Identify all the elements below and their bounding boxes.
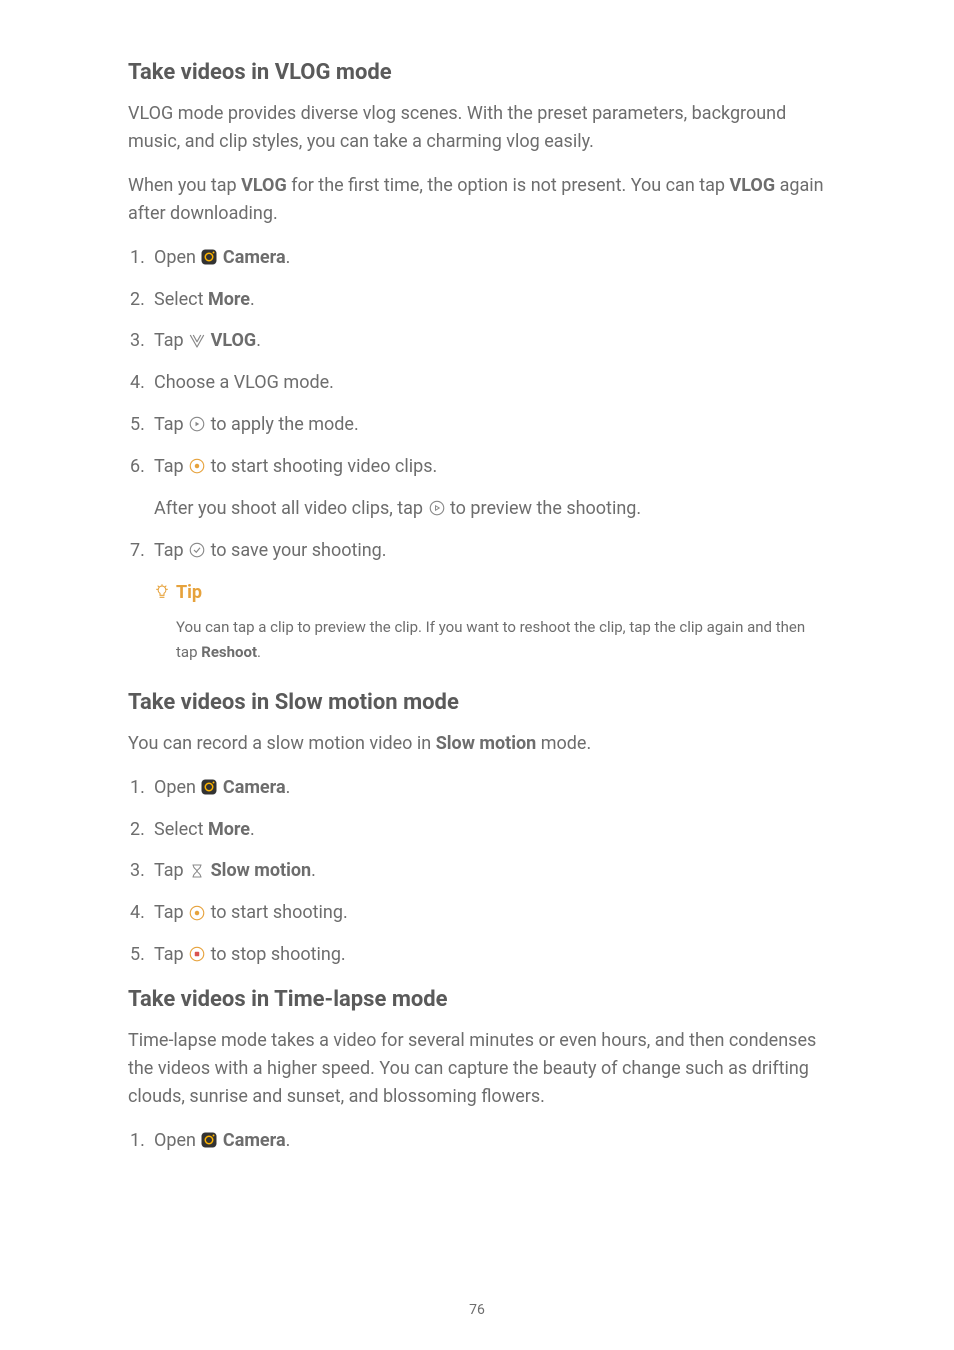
- text: Time-lapse mode takes a video for severa…: [128, 1030, 759, 1051]
- reshoot-label: Reshoot: [201, 643, 257, 661]
- list-item: Choose a VLOG mode.: [128, 369, 826, 397]
- section-timelapse: Take videos in Time-lapse mode Time-laps…: [128, 983, 826, 1155]
- text: .: [250, 289, 255, 310]
- text: VLOG mode provides diverse vlog scenes. …: [128, 103, 730, 124]
- text: .: [311, 860, 316, 881]
- text: Camera: [223, 247, 286, 268]
- substep: After you shoot all video clips, tap to …: [154, 495, 826, 523]
- text: Select: [154, 819, 208, 840]
- heading-timelapse: Take videos in Time-lapse mode: [128, 983, 826, 1017]
- list-item: Tap VLOG.: [128, 327, 826, 355]
- vlog-label: VLOG: [729, 175, 775, 196]
- list-item: Open Camera.: [128, 244, 826, 272]
- text: Select: [154, 289, 208, 310]
- text: to preview the shooting.: [446, 498, 642, 519]
- slowmo-label: Slow motion: [436, 733, 537, 754]
- vlog-steps: Open Camera. Select More. Tap VLOG. Choo…: [128, 244, 826, 565]
- tip-heading: Tip: [154, 579, 826, 607]
- vlog-icon: [188, 332, 206, 350]
- text: When you tap: [128, 175, 241, 196]
- text: Choose a VLOG mode.: [154, 372, 334, 393]
- text: .: [250, 819, 255, 840]
- heading-vlog: Take videos in VLOG mode: [128, 56, 826, 90]
- text: VLOG: [211, 330, 257, 351]
- text: Tap: [154, 540, 188, 561]
- list-item: Open Camera.: [128, 1127, 826, 1155]
- text: Tap: [154, 414, 188, 435]
- camera-app-icon: [200, 248, 218, 266]
- text: Tap: [154, 330, 188, 351]
- list-item: Tap to save your shooting.: [128, 537, 826, 565]
- text: Camera: [223, 777, 286, 798]
- slowmo-label: Slow motion: [211, 860, 312, 881]
- text: Tap: [154, 944, 188, 965]
- heading-slowmo: Take videos in Slow motion mode: [128, 686, 826, 720]
- section-slowmo: Take videos in Slow motion mode You can …: [128, 686, 826, 969]
- list-item: Tap to apply the mode.: [128, 411, 826, 439]
- text: mode.: [536, 733, 591, 754]
- stop-icon: [188, 945, 206, 963]
- section-vlog: Take videos in VLOG mode VLOG mode provi…: [128, 56, 826, 666]
- text: to apply the mode.: [206, 414, 359, 435]
- list-item: Select More.: [128, 286, 826, 314]
- check-circle-icon: [188, 541, 206, 559]
- camera-app-icon: [200, 1131, 218, 1149]
- text: .: [257, 643, 261, 661]
- vlog-label: VLOG: [241, 175, 287, 196]
- camera-label: Camera: [223, 247, 286, 268]
- tip-body: You can tap a clip to preview the clip. …: [176, 615, 826, 666]
- record-icon: [188, 904, 206, 922]
- timelapse-steps: Open Camera.: [128, 1127, 826, 1155]
- list-item: Tap to start shooting video clips. After…: [128, 453, 826, 523]
- text: Tap: [154, 902, 188, 923]
- tip-label: Tip: [176, 579, 202, 607]
- tip-block: Tip You can tap a clip to preview the cl…: [154, 579, 826, 666]
- page-number: 76: [0, 1300, 954, 1322]
- text: After you shoot all video clips, tap: [154, 498, 428, 519]
- text: You can tap a clip to preview the clip. …: [176, 618, 805, 662]
- list-item: Tap to start shooting.: [128, 899, 826, 927]
- text: Open: [154, 777, 200, 798]
- text: to start shooting.: [206, 902, 348, 923]
- text: Slow motion: [211, 860, 312, 881]
- timelapse-desc: Time-lapse mode takes a video for severa…: [128, 1027, 826, 1111]
- vlog-label: VLOG: [211, 330, 257, 351]
- text: Camera: [223, 1130, 286, 1151]
- text: You can record a slow motion video in: [128, 733, 436, 754]
- preview-circle-icon: [428, 499, 446, 517]
- camera-label: Camera: [223, 1130, 286, 1151]
- more-label: More: [208, 289, 250, 310]
- text: .: [286, 1130, 291, 1151]
- hourglass-icon: [188, 862, 206, 880]
- text: to start shooting video clips.: [206, 456, 437, 477]
- play-circle-icon: [188, 415, 206, 433]
- record-icon: [188, 457, 206, 475]
- slowmo-steps: Open Camera. Select More. Tap Slow motio…: [128, 774, 826, 969]
- text: for the first time, the option is not pr…: [287, 175, 730, 196]
- list-item: Select More.: [128, 816, 826, 844]
- text: Open: [154, 247, 200, 268]
- vlog-desc-2: When you tap VLOG for the first time, th…: [128, 172, 826, 228]
- more-label: More: [208, 819, 250, 840]
- text: .: [286, 777, 291, 798]
- text: Tap: [154, 456, 188, 477]
- list-item: Tap to stop shooting.: [128, 941, 826, 969]
- lightbulb-icon: [154, 584, 170, 600]
- list-item: Tap Slow motion.: [128, 857, 826, 885]
- text: Open: [154, 1130, 200, 1151]
- text: to stop shooting.: [206, 944, 346, 965]
- text: .: [256, 330, 261, 351]
- vlog-desc-1: VLOG mode provides diverse vlog scenes. …: [128, 100, 826, 156]
- list-item: Open Camera.: [128, 774, 826, 802]
- camera-app-icon: [200, 778, 218, 796]
- text: to save your shooting.: [206, 540, 386, 561]
- text: .: [286, 247, 291, 268]
- slowmo-desc: You can record a slow motion video in Sl…: [128, 730, 826, 758]
- text: Tap: [154, 860, 188, 881]
- camera-label: Camera: [223, 777, 286, 798]
